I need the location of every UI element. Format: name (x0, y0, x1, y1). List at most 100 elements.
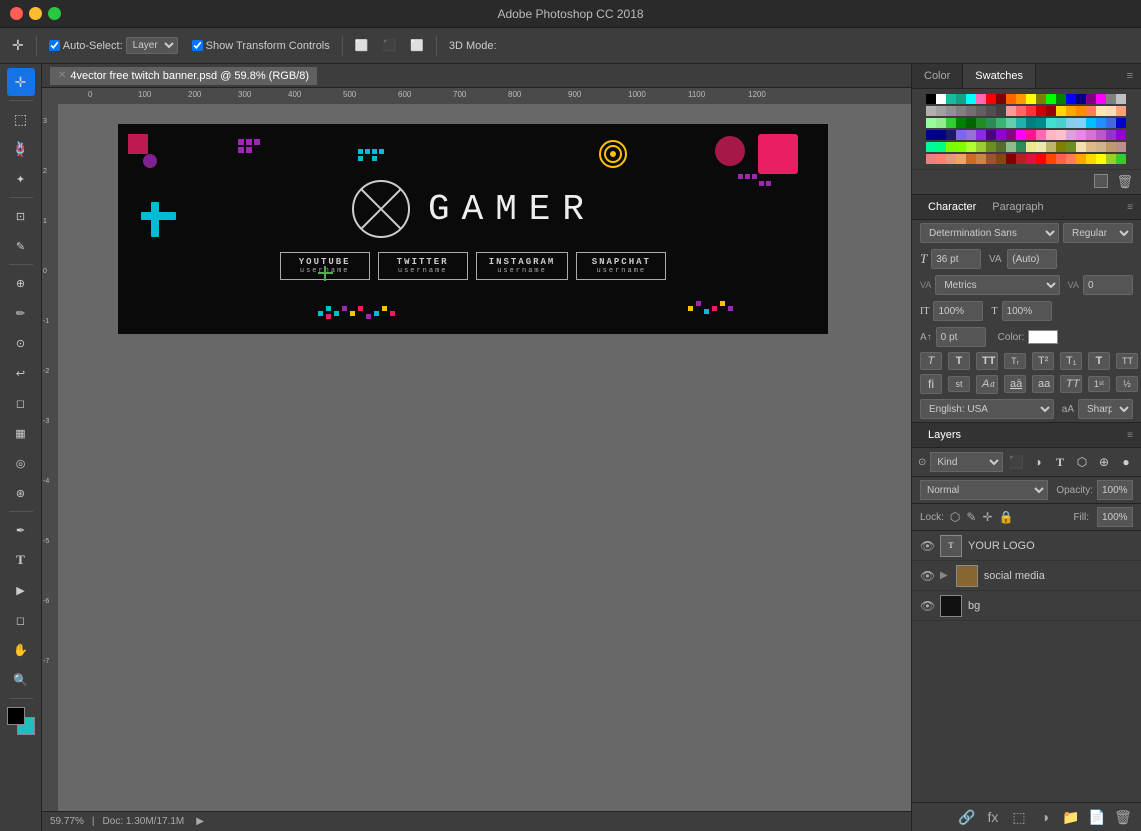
swatch-4-15[interactable] (1066, 130, 1076, 140)
swatch-2-8[interactable] (996, 106, 1006, 116)
tracking-input[interactable] (1083, 275, 1133, 295)
swatch-6-8[interactable] (996, 154, 1006, 164)
minimize-button[interactable] (29, 7, 42, 20)
swatch-2-12[interactable] (1036, 106, 1046, 116)
swatch-6-3[interactable] (946, 154, 956, 164)
swatch-3-8[interactable] (996, 118, 1006, 128)
layer-filter-adjust[interactable]: ◑ (1029, 453, 1047, 471)
swatch-2-7[interactable] (986, 106, 996, 116)
swatch-3-1[interactable] (926, 118, 936, 128)
swatch-3-11[interactable] (1026, 118, 1036, 128)
swatch-6-12[interactable] (1036, 154, 1046, 164)
layer-adjustment-btn[interactable]: ◑ (1035, 807, 1055, 827)
italic-btn[interactable]: T (920, 352, 942, 370)
swatch-4-17[interactable] (1086, 130, 1096, 140)
swatch-5-1[interactable] (926, 142, 936, 152)
swatch-4-12[interactable] (1036, 130, 1046, 140)
style-btn2[interactable]: st (948, 376, 970, 392)
color-tab[interactable]: Color (912, 64, 963, 88)
swatch-6-1[interactable] (926, 154, 936, 164)
swatch-5-20[interactable] (1116, 142, 1126, 152)
eyedropper-btn[interactable]: ✎ (7, 232, 35, 260)
swatch-3-10[interactable] (1016, 118, 1026, 128)
swatch-2-20[interactable] (1116, 106, 1126, 116)
layer-eye-social[interactable]: 👁 (920, 569, 934, 583)
swatch-4-11[interactable] (1026, 130, 1036, 140)
blur-btn[interactable]: ◎ (7, 449, 35, 477)
align-center-btn[interactable]: ⬛ (378, 37, 400, 54)
swatch-hot-pink[interactable] (976, 94, 986, 104)
swatch-6-20[interactable] (1116, 154, 1126, 164)
font-style-select[interactable]: Regular (1063, 223, 1133, 243)
layer-social-media[interactable]: 👁 ▶ social media (912, 561, 1141, 591)
swatch-purple[interactable] (1086, 94, 1096, 104)
fraction-btn[interactable]: TT (1116, 353, 1138, 369)
swatch-5-19[interactable] (1106, 142, 1116, 152)
large-t-btn[interactable]: T (1088, 352, 1110, 370)
swatch-5-13[interactable] (1046, 142, 1056, 152)
swatch-6-16[interactable] (1076, 154, 1086, 164)
swatch-5-6[interactable] (976, 142, 986, 152)
text-color-swatch[interactable] (1028, 330, 1058, 344)
layer-link-btn[interactable]: 🔗 (957, 807, 977, 827)
swatch-5-8[interactable] (996, 142, 1006, 152)
canvas-content[interactable]: GAMER YOUTUBE username TWITTER (58, 104, 911, 811)
scale-h-input[interactable] (1002, 301, 1052, 321)
swatch-orange[interactable] (1006, 94, 1016, 104)
style-btn3[interactable]: A𝔞 (976, 375, 998, 394)
lasso-tool-btn[interactable]: 🪢 (7, 135, 35, 163)
ligature-btn[interactable]: fi (920, 374, 942, 394)
swatch-2-11[interactable] (1026, 106, 1036, 116)
character-tab[interactable]: Character (920, 195, 984, 219)
layer-effects-btn[interactable]: fx (983, 807, 1003, 827)
swatch-amber[interactable] (1016, 94, 1026, 104)
swatch-2-17[interactable] (1086, 106, 1096, 116)
swatch-5-17[interactable] (1086, 142, 1096, 152)
swatch-6-2[interactable] (936, 154, 946, 164)
superscript-alt-btn[interactable]: T² (1032, 352, 1054, 370)
swatch-5-7[interactable] (986, 142, 996, 152)
swatch-6-15[interactable] (1066, 154, 1076, 164)
layer-filter-type[interactable]: T (1051, 453, 1069, 471)
kerning-select[interactable]: Metrics (935, 275, 1059, 295)
align-right-btn[interactable]: ⬜ (406, 37, 428, 54)
subscript-btn[interactable]: T₁ (1060, 352, 1082, 370)
swatch-2-15[interactable] (1066, 106, 1076, 116)
swatch-5-9[interactable] (1006, 142, 1016, 152)
swatches-tab[interactable]: Swatches (963, 64, 1036, 88)
gradient-btn[interactable]: ▦ (7, 419, 35, 447)
swatch-4-1[interactable] (926, 130, 936, 140)
hand-tool-btn[interactable]: ✋ (7, 636, 35, 664)
swatch-3-12[interactable] (1036, 118, 1046, 128)
swatch-3-5[interactable] (966, 118, 976, 128)
anti-alias-select[interactable]: Sharp (1078, 399, 1133, 419)
auto-select-toggle[interactable]: Auto-Select: Layer (45, 35, 182, 56)
swatch-6-18[interactable] (1096, 154, 1106, 164)
swatch-2-5[interactable] (966, 106, 976, 116)
swatch-6-10[interactable] (1016, 154, 1026, 164)
swatch-2-14[interactable] (1056, 106, 1066, 116)
swatch-2-13[interactable] (1046, 106, 1056, 116)
swatch-4-4[interactable] (956, 130, 966, 140)
swatch-5-3[interactable] (946, 142, 956, 152)
color-swatches[interactable] (7, 707, 35, 735)
swatch-new-btn[interactable] (1094, 174, 1108, 188)
language-select[interactable]: English: USA (920, 399, 1054, 419)
swatch-2-19[interactable] (1106, 106, 1116, 116)
swatch-4-2[interactable] (936, 130, 946, 140)
swatch-5-5[interactable] (966, 142, 976, 152)
paragraph-tab[interactable]: Paragraph (984, 195, 1051, 219)
lock-pixels-btn[interactable]: ✎ (966, 510, 976, 524)
layers-panel-expand[interactable]: ≡ (1127, 430, 1133, 441)
swatch-red[interactable] (986, 94, 996, 104)
swatch-gray[interactable] (1106, 94, 1116, 104)
eraser-btn[interactable]: ◻ (7, 389, 35, 417)
swatch-teal[interactable] (946, 94, 956, 104)
align-left-btn[interactable]: ⬜ (351, 37, 373, 54)
swatch-2-3[interactable] (946, 106, 956, 116)
swatch-6-9[interactable] (1006, 154, 1016, 164)
lock-all-btn[interactable]: 🔒 (999, 510, 1014, 524)
style-btn7[interactable]: 1ˢᵗ (1088, 376, 1110, 392)
document-tab[interactable]: ✕ 4vector free twitch banner.psd @ 59.8%… (50, 67, 317, 85)
layer-delete-btn[interactable]: 🗑 (1113, 807, 1133, 827)
